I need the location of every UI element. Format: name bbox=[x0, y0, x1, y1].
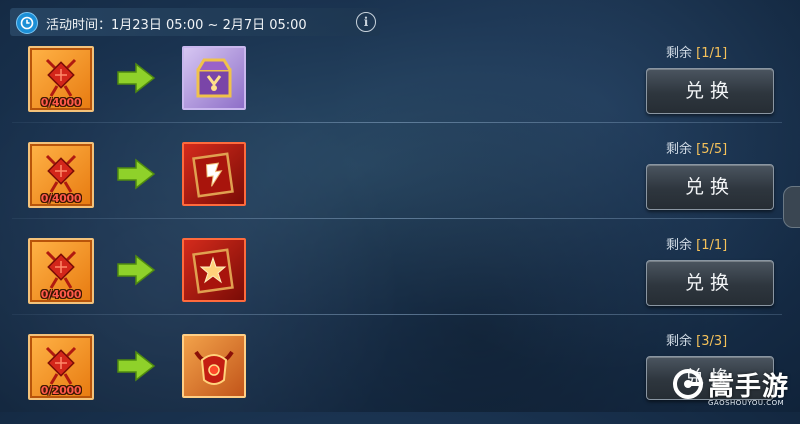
token-count: 0/4000 bbox=[40, 96, 82, 109]
remaining-count: 剩余 [1/1] bbox=[666, 234, 727, 253]
row-divider bbox=[12, 218, 782, 219]
remaining-value: [1/1] bbox=[696, 238, 728, 253]
remaining-value: [1/1] bbox=[696, 46, 728, 61]
remaining-count: 剩余 [3/3] bbox=[666, 330, 727, 349]
red-star-book-icon[interactable] bbox=[182, 238, 246, 302]
remaining-label: 剩余 bbox=[666, 46, 693, 61]
token-count: 0/4000 bbox=[40, 288, 82, 301]
arrow-right-icon bbox=[117, 62, 156, 94]
exchange-button[interactable]: 兑换 bbox=[646, 68, 774, 114]
row-divider bbox=[12, 314, 782, 315]
red-rune-book-icon[interactable] bbox=[182, 142, 246, 206]
brand-url: GAOSHOUYOU.COM bbox=[708, 399, 785, 407]
remaining-count: 剩余 [5/5] bbox=[666, 138, 727, 157]
exchange-button[interactable]: 兑换 bbox=[646, 260, 774, 306]
brand-logo-icon bbox=[673, 369, 703, 399]
info-icon[interactable]: i bbox=[356, 12, 376, 32]
clock-icon bbox=[16, 12, 38, 34]
activity-time-banner: 活动时间：1月23日 05:00 ~ 2月7日 05:00 bbox=[10, 8, 380, 36]
row-divider bbox=[12, 122, 782, 123]
token-count: 0/4000 bbox=[40, 192, 82, 205]
arrow-right-icon bbox=[117, 350, 156, 382]
remaining-label: 剩余 bbox=[666, 142, 693, 157]
knot-token-icon[interactable]: 0/4000 bbox=[28, 46, 94, 112]
treasure-chest-icon[interactable] bbox=[182, 46, 246, 110]
activity-time-text: 活动时间：1月23日 05:00 ~ 2月7日 05:00 bbox=[46, 18, 307, 33]
arrow-right-icon bbox=[117, 254, 156, 286]
exchange-button[interactable]: 兑换 bbox=[646, 164, 774, 210]
token-count: 0/2000 bbox=[40, 384, 82, 397]
watermark: 嵩手游 GAOSHOUYOU.COM bbox=[668, 364, 800, 412]
knot-token-icon[interactable]: 0/4000 bbox=[28, 142, 94, 208]
knot-token-icon[interactable]: 0/2000 bbox=[28, 334, 94, 400]
remaining-label: 剩余 bbox=[666, 238, 693, 253]
demon-helmet-icon[interactable] bbox=[182, 334, 246, 398]
remaining-value: [3/3] bbox=[696, 334, 728, 349]
remaining-value: [5/5] bbox=[696, 142, 728, 157]
remaining-label: 剩余 bbox=[666, 334, 693, 349]
remaining-count: 剩余 [1/1] bbox=[666, 42, 727, 61]
knot-token-icon[interactable]: 0/4000 bbox=[28, 238, 94, 304]
arrow-right-icon bbox=[117, 158, 156, 190]
brand-name: 嵩手游 bbox=[708, 372, 790, 402]
side-panel-tab[interactable] bbox=[783, 186, 800, 228]
